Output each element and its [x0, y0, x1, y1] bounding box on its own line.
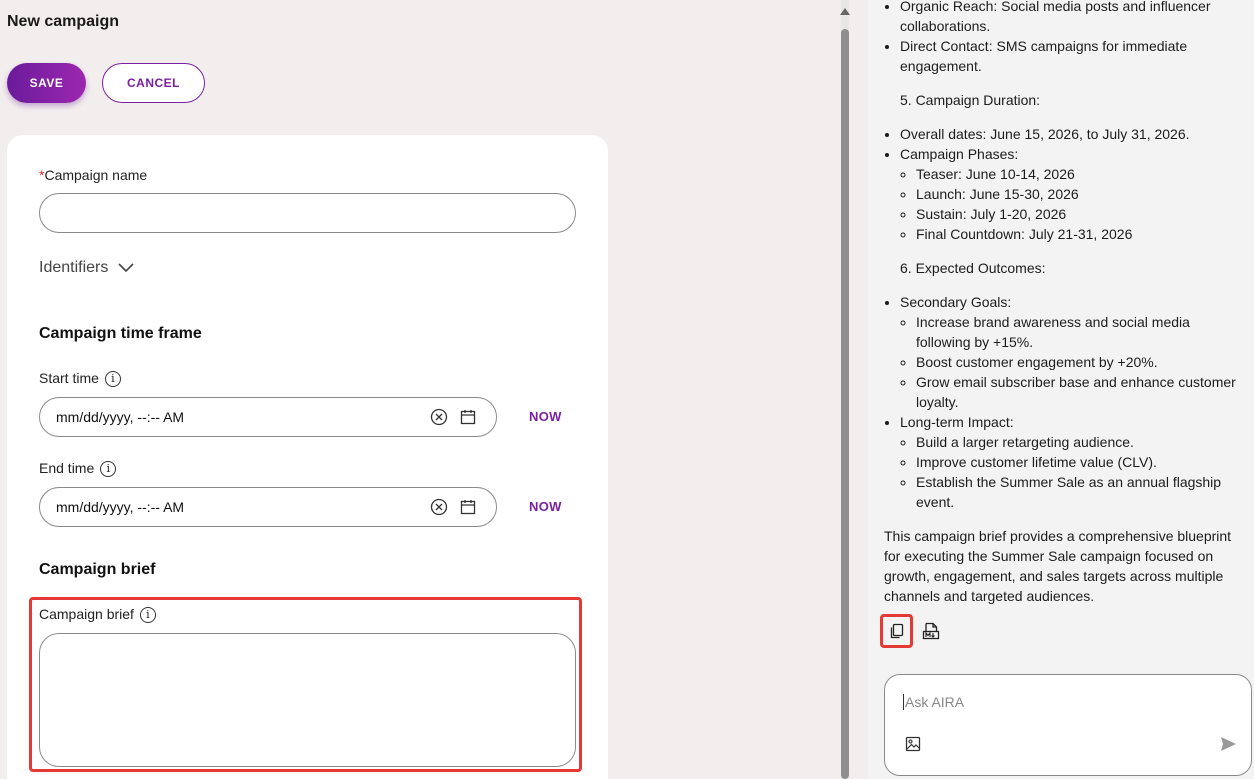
campaign-form-panel: New campaign SAVE CANCEL *Campaign name … [0, 0, 836, 779]
list-item: Build a larger retargeting audience. [916, 432, 1240, 452]
secondary-list: Increase brand awareness and social medi… [900, 312, 1240, 412]
copy-button[interactable] [880, 614, 913, 648]
list-item: Increase brand awareness and social medi… [916, 312, 1240, 352]
end-time-input[interactable]: mm/dd/yyyy, --:-- AM [39, 487, 497, 527]
markdown-file-icon [922, 622, 940, 640]
campaign-brief-textarea[interactable] [39, 633, 576, 767]
list-item: Campaign Phases: Teaser: June 10-14, 202… [900, 144, 1240, 244]
start-time-placeholder: mm/dd/yyyy, --:-- AM [56, 409, 185, 425]
page-title: New campaign [7, 13, 120, 30]
export-markdown-button[interactable] [919, 619, 943, 643]
scrollbar-thumb[interactable] [841, 29, 849, 779]
form-card: *Campaign name Identifiers Campaign time… [7, 135, 608, 779]
chat-message: Organic Reach: Social media posts and in… [884, 0, 1240, 606]
start-time-label: Start time i [39, 370, 121, 388]
end-time-label-text: End time [39, 460, 95, 476]
list-item: Improve customer lifetime value (CLV). [916, 452, 1240, 472]
channel-list: Organic Reach: Social media posts and in… [884, 0, 1240, 76]
scroll-up-arrow-icon[interactable] [840, 8, 850, 15]
list-item: Final Countdown: July 21-31, 2026 [916, 224, 1240, 244]
outcomes-list: Secondary Goals: Increase brand awarenes… [884, 292, 1240, 512]
list-item: Secondary Goals: Increase brand awarenes… [900, 292, 1240, 412]
campaign-name-label: *Campaign name [39, 167, 147, 183]
ask-input-placeholder: Ask AIRA [903, 694, 965, 710]
phases-list: Teaser: June 10-14, 2026 Launch: June 15… [900, 164, 1240, 244]
end-now-button[interactable]: NOW [529, 499, 562, 514]
list-item: Establish the Summer Sale as an annual f… [916, 472, 1240, 512]
duration-heading: 5. Campaign Duration: [900, 92, 1041, 108]
list-item: Overall dates: June 15, 2026, to July 31… [900, 124, 1240, 144]
brief-label: Campaign brief i [39, 606, 156, 624]
list-item: Boost customer engagement by +20%. [916, 352, 1240, 372]
list-item: Organic Reach: Social media posts and in… [900, 0, 1240, 36]
list-item: Launch: June 15-30, 2026 [916, 184, 1240, 204]
summary-text: This campaign brief provides a comprehen… [884, 528, 1232, 604]
campaign-name-label-text: Campaign name [44, 167, 148, 183]
scrollbar[interactable] [840, 0, 850, 779]
cancel-button[interactable]: CANCEL [102, 63, 205, 103]
outcomes-heading: 6. Expected Outcomes: [900, 260, 1046, 276]
chevron-down-icon [118, 263, 134, 273]
brief-heading: Campaign brief [39, 561, 156, 578]
clear-icon[interactable] [430, 408, 448, 426]
copy-icon [890, 623, 903, 639]
longterm-list: Build a larger retargeting audience. Imp… [900, 432, 1240, 512]
end-time-label: End time i [39, 460, 117, 478]
list-item: Sustain: July 1-20, 2026 [916, 204, 1240, 224]
list-item: Teaser: June 10-14, 2026 [916, 164, 1240, 184]
message-actions [880, 614, 943, 648]
save-button[interactable]: SAVE [7, 63, 86, 103]
image-upload-icon[interactable] [905, 736, 921, 752]
list-item: Grow email subscriber base and enhance c… [916, 372, 1240, 412]
phases-label: Campaign Phases: [900, 146, 1019, 162]
identifiers-label: Identifiers [39, 259, 109, 276]
campaign-name-input[interactable] [39, 193, 576, 233]
assistant-panel: Organic Reach: Social media posts and in… [868, 0, 1254, 779]
list-item: Long-term Impact: Build a larger retarge… [900, 412, 1240, 512]
identifiers-toggle[interactable]: Identifiers [39, 259, 134, 277]
send-icon[interactable] [1219, 735, 1237, 753]
timeframe-heading: Campaign time frame [39, 325, 202, 342]
longterm-label: Long-term Impact: [900, 414, 1014, 430]
info-icon[interactable]: i [100, 461, 117, 478]
brief-label-text: Campaign brief [39, 606, 134, 622]
start-time-label-text: Start time [39, 370, 99, 386]
secondary-label: Secondary Goals: [900, 294, 1012, 310]
calendar-icon[interactable] [460, 499, 476, 515]
end-time-placeholder: mm/dd/yyyy, --:-- AM [56, 499, 185, 515]
duration-list: Overall dates: June 15, 2026, to July 31… [884, 124, 1240, 244]
list-item: Direct Contact: SMS campaigns for immedi… [900, 36, 1240, 76]
start-now-button[interactable]: NOW [529, 409, 562, 424]
clear-icon[interactable] [430, 498, 448, 516]
calendar-icon[interactable] [460, 409, 476, 425]
info-icon[interactable]: i [139, 607, 156, 624]
ask-aira-input[interactable]: Ask AIRA [884, 674, 1252, 776]
info-icon[interactable]: i [104, 371, 121, 388]
start-time-input[interactable]: mm/dd/yyyy, --:-- AM [39, 397, 497, 437]
